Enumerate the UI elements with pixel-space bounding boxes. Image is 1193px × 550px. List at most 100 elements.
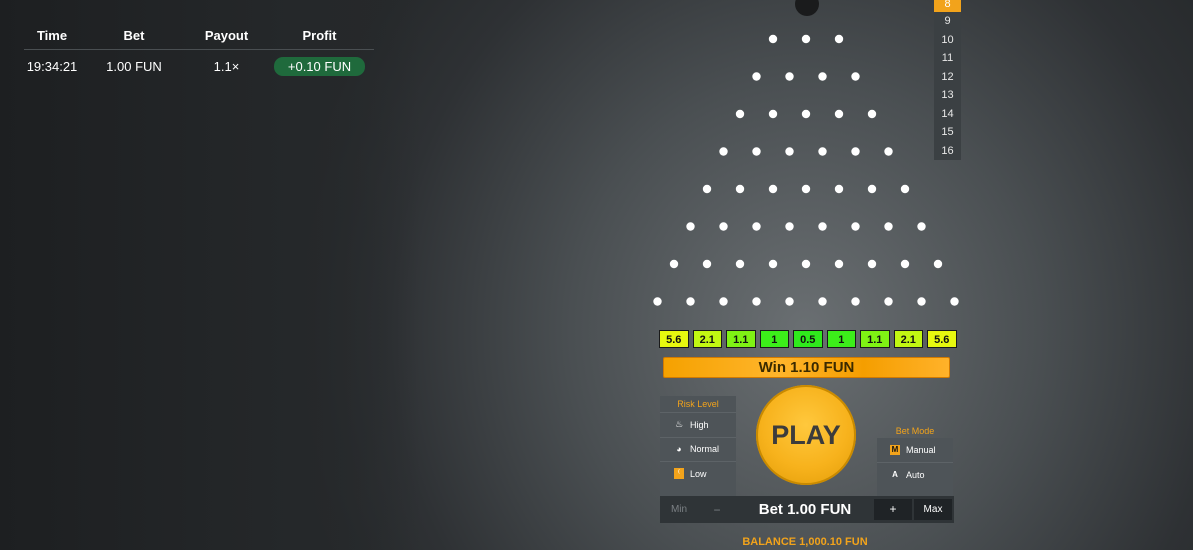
peg [801, 184, 811, 194]
peg [917, 297, 926, 306]
rows-selector[interactable]: 8 9 10 11 12 13 14 15 16 [934, 0, 961, 160]
multiplier-slot: 1.1 [726, 330, 756, 348]
peg [884, 147, 893, 156]
peg [801, 259, 811, 269]
peg [768, 259, 778, 269]
peg [752, 147, 761, 156]
history-header: Time Bet Payout Profit [24, 28, 374, 50]
peg [851, 147, 860, 156]
manual-mode-icon: M [890, 445, 900, 455]
peg [867, 259, 877, 269]
auto-mode-icon: A [892, 469, 898, 479]
peg [752, 72, 761, 81]
peg [834, 34, 844, 44]
header-time: Time [36, 28, 68, 43]
peg [752, 222, 761, 231]
peg [834, 109, 844, 119]
rows-option-9[interactable]: 9 [934, 12, 961, 31]
risk-option-low[interactable]: ⁽ Low [660, 461, 736, 486]
header-payout: Payout [204, 28, 249, 43]
leaf-icon: ⁽ [674, 468, 684, 480]
risk-option-label: High [690, 419, 709, 430]
bet-mode-panel: M Manual A Auto [877, 438, 953, 496]
peg [686, 297, 695, 306]
risk-level-title: Risk Level [677, 399, 719, 409]
bet-mode-title: Bet Mode [895, 426, 935, 436]
risk-option-high[interactable]: ♨ High [660, 412, 736, 437]
peg [785, 72, 794, 81]
row-payout: 1.1× [213, 58, 240, 74]
multiplier-slot: 0.5 [793, 330, 823, 348]
peg [818, 72, 827, 81]
bet-min-button[interactable]: Min [660, 504, 698, 515]
rows-option-10[interactable]: 10 [934, 30, 961, 49]
peg [851, 72, 860, 81]
gauge-icon: ◕ [676, 444, 682, 455]
peg [719, 297, 728, 306]
header-profit: Profit [302, 28, 337, 43]
drop-ball [795, 0, 819, 16]
peg [653, 297, 662, 306]
peg [719, 147, 728, 156]
multiplier-slot: 2.1 [893, 330, 923, 348]
table-row: 19:34:21 1.00 FUN 1.1× +0.10 FUN [24, 50, 374, 82]
play-button[interactable]: PLAY [756, 385, 856, 485]
peg [801, 34, 811, 44]
bet-max-button[interactable]: Max [914, 499, 952, 520]
row-time: 19:34:21 [26, 58, 78, 74]
rows-option-12[interactable]: 12 [934, 67, 961, 86]
win-banner: Win 1.10 FUN [663, 357, 950, 378]
multiplier-slot: 2.1 [692, 330, 722, 348]
history-panel: Time Bet Payout Profit 19:34:21 1.00 FUN… [0, 0, 420, 550]
profit-badge: +0.10 FUN [273, 56, 366, 76]
risk-level-panel: Risk Level ♨ High ◕ Normal ⁽ Low [660, 396, 736, 496]
peg [768, 109, 778, 119]
bet-amount-bar: Min − Bet 1.00 FUN + Max [660, 496, 954, 523]
rows-option-11[interactable]: 11 [934, 49, 961, 68]
multiplier-slots: 5.6 2.1 1.1 1 0.5 1 1.1 2.1 5.6 [659, 330, 957, 348]
peg [818, 222, 827, 231]
peg [867, 109, 877, 119]
rows-option-13[interactable]: 13 [934, 86, 961, 105]
risk-option-normal[interactable]: ◕ Normal [660, 436, 736, 462]
peg [801, 109, 811, 119]
peg [735, 259, 745, 269]
peg [719, 222, 728, 231]
rows-option-8[interactable]: 8 [934, 0, 961, 12]
risk-option-label: Low [690, 468, 707, 479]
peg [884, 297, 893, 306]
peg [917, 222, 926, 231]
risk-option-label: Normal [690, 444, 720, 455]
peg [818, 297, 827, 306]
bet-amount-display: Bet 1.00 FUN [758, 501, 852, 518]
bet-decrease-button[interactable]: − [698, 503, 736, 517]
bet-history-table: Time Bet Payout Profit 19:34:21 1.00 FUN… [24, 28, 374, 82]
peg [851, 222, 860, 231]
bet-mode-auto[interactable]: A Auto [877, 462, 953, 486]
peg [785, 147, 794, 156]
peg [768, 34, 778, 44]
peg [735, 109, 745, 119]
peg [884, 222, 893, 231]
peg [950, 297, 959, 306]
peg [669, 259, 679, 269]
balance-display: BALANCE 1,000.10 FUN [742, 536, 868, 548]
bet-mode-label: Manual [906, 445, 936, 455]
peg [785, 222, 794, 231]
flame-icon: ♨ [674, 419, 684, 430]
peg [785, 297, 794, 306]
bet-mode-manual[interactable]: M Manual [877, 438, 953, 462]
bet-increase-button[interactable]: + [874, 499, 912, 520]
multiplier-slot: 1 [759, 330, 789, 348]
peg [768, 184, 778, 194]
header-bet: Bet [123, 28, 145, 43]
peg [834, 184, 844, 194]
rows-option-16[interactable]: 16 [934, 141, 961, 160]
peg [702, 184, 712, 194]
row-bet: 1.00 FUN [106, 58, 162, 74]
multiplier-slot: 1.1 [860, 330, 890, 348]
rows-option-15[interactable]: 15 [934, 123, 961, 142]
peg [702, 259, 712, 269]
peg [900, 259, 910, 269]
rows-option-14[interactable]: 14 [934, 104, 961, 123]
